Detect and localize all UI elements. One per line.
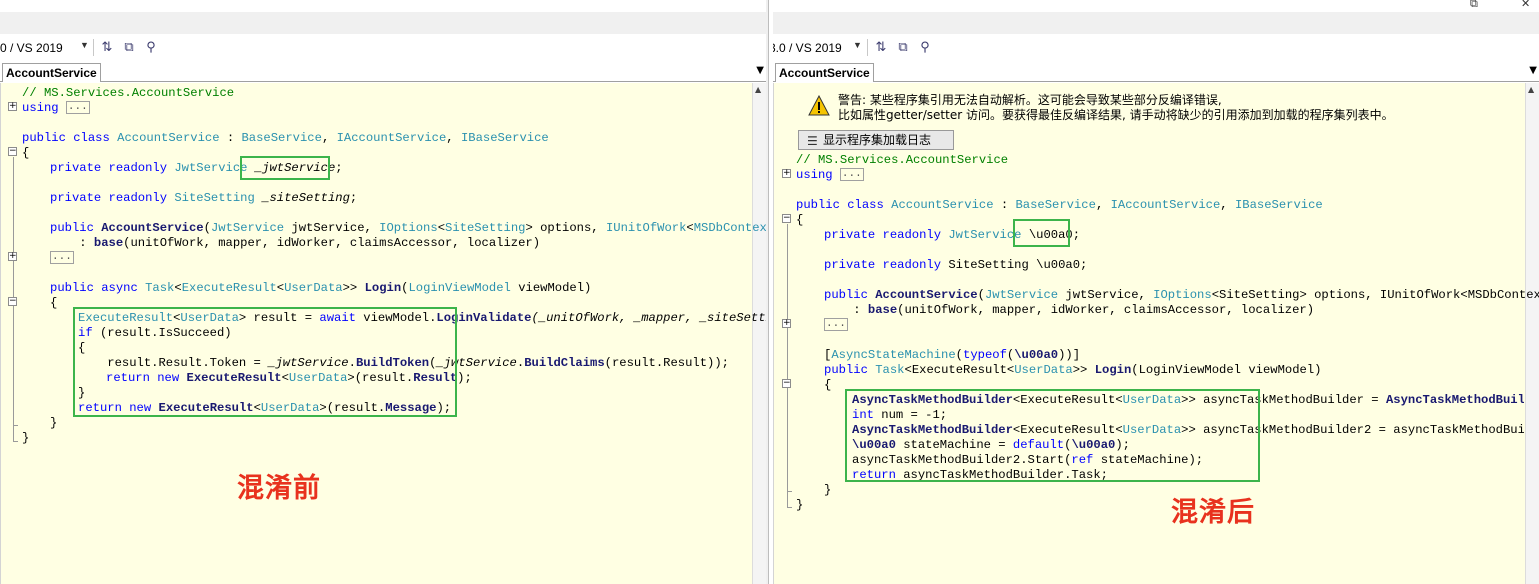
sort-az-icon[interactable]: ⇅: [872, 38, 890, 56]
code-line: }: [50, 416, 58, 430]
code-line: ...: [50, 251, 74, 266]
code-line: private readonly SiteSetting \u00a0;: [824, 258, 1088, 272]
code-line: // MS.Services.AccountService: [22, 86, 235, 100]
fold-guide-end: [787, 491, 792, 492]
caption-before: 混淆前: [237, 473, 321, 504]
code-line: {: [796, 213, 804, 227]
show-assembly-load-log-button[interactable]: ☰ 显示程序集加载日志: [798, 130, 954, 150]
right-title-bar: ⧉ ✕: [773, 0, 1539, 12]
right-vertical-scrollbar[interactable]: ▲: [1525, 83, 1539, 584]
highlight-method-body-box: [845, 389, 1260, 482]
collapse-icon[interactable]: −: [782, 214, 791, 223]
collapse-icon[interactable]: −: [782, 379, 791, 388]
warning-icon: [808, 95, 830, 116]
toolbar-separator: [867, 39, 868, 56]
search-icon[interactable]: ⚲: [142, 38, 160, 56]
code-line: public Task<ExecuteResult<UserData>> Log…: [824, 363, 1322, 377]
code-line: : base(unitOfWork, mapper, idWorker, cla…: [50, 236, 541, 250]
restore-window-icon[interactable]: ⧉: [1470, 0, 1478, 11]
left-menu-strip: [0, 12, 766, 34]
fold-guide: [13, 307, 14, 425]
show-assembly-load-log-label: 显示程序集加载日志: [823, 133, 932, 147]
code-line: }: [824, 483, 832, 497]
window-copy-icon[interactable]: ⧉: [894, 38, 912, 56]
fold-guide-end: [787, 507, 792, 508]
expand-icon[interactable]: +: [8, 252, 17, 261]
expand-icon[interactable]: +: [8, 102, 17, 111]
code-line: }: [796, 498, 804, 512]
code-line: {: [22, 146, 30, 160]
close-window-icon[interactable]: ✕: [1521, 0, 1530, 10]
scroll-up-icon[interactable]: ▲: [1528, 85, 1534, 94]
search-icon[interactable]: ⚲: [916, 38, 934, 56]
toolbar-separator: [93, 39, 94, 56]
highlight-method-body-box: [73, 307, 457, 417]
language-version-select[interactable]: 0 / VS 2019: [0, 41, 63, 55]
language-version-select[interactable]: 3.0 / VS 2019: [773, 41, 842, 55]
code-line: public async Task<ExecuteResult<UserData…: [50, 281, 592, 295]
right-menu-strip: [773, 12, 1539, 34]
chevron-down-icon[interactable]: ▼: [80, 40, 89, 50]
collapsed-region[interactable]: ...: [839, 168, 864, 182]
left-toolbar: 0 / VS 2019 ▼ ⇅ ⧉ ⚲: [0, 37, 766, 59]
warning-message-line-2: 比如属性getter/setter 访问。要获得最佳反编译结果, 请手动将缺少的…: [838, 108, 1394, 122]
tab-dropdown-icon[interactable]: ▼: [1529, 65, 1537, 76]
fold-guide-end: [13, 441, 18, 442]
left-title-bar: [0, 0, 766, 12]
highlight-field-box: [240, 156, 330, 180]
code-line: public class AccountService : BaseServic…: [796, 198, 1323, 212]
pane-splitter[interactable]: [766, 0, 773, 584]
tab-dropdown-icon[interactable]: ▼: [756, 65, 764, 76]
list-icon: ☰: [807, 134, 818, 148]
tab-accountservice[interactable]: AccountService: [775, 63, 874, 82]
left-tab-bar: AccountService ▼: [0, 62, 766, 82]
code-line: public AccountService(JwtService jwtServ…: [50, 221, 766, 235]
collapsed-region[interactable]: ...: [65, 101, 90, 115]
highlight-field-box: [1013, 219, 1070, 247]
caption-after: 混淆后: [1171, 497, 1255, 528]
chevron-down-icon[interactable]: ▼: [853, 40, 862, 50]
code-line: // MS.Services.AccountService: [796, 153, 1009, 167]
expand-icon[interactable]: +: [782, 319, 791, 328]
left-vertical-scrollbar[interactable]: ▲: [752, 83, 766, 584]
code-line: public AccountService(JwtService jwtServ…: [824, 288, 1539, 302]
code-line: using ...: [22, 101, 90, 115]
fold-guide: [787, 389, 788, 491]
collapse-icon[interactable]: −: [8, 147, 17, 156]
code-line: }: [22, 431, 30, 445]
collapsed-region[interactable]: ...: [50, 251, 74, 265]
code-line: {: [50, 296, 58, 310]
code-line: [AsyncStateMachine(typeof(\u00a0))]: [824, 348, 1081, 362]
code-line: ...: [824, 318, 848, 333]
scroll-up-icon[interactable]: ▲: [755, 85, 761, 94]
code-line: : base(unitOfWork, mapper, idWorker, cla…: [824, 303, 1315, 317]
tab-accountservice[interactable]: AccountService: [2, 63, 101, 82]
collapse-icon[interactable]: −: [8, 297, 17, 306]
code-line: {: [824, 378, 832, 392]
code-line: public class AccountService : BaseServic…: [22, 131, 549, 145]
collapsed-region[interactable]: ...: [824, 318, 848, 332]
sort-az-icon[interactable]: ⇅: [98, 38, 116, 56]
left-decompiler-window: 0 / VS 2019 ▼ ⇅ ⧉ ⚲ AccountService ▼ ▲ +…: [0, 0, 766, 584]
code-line: private readonly SiteSetting _siteSettin…: [50, 191, 358, 205]
code-line: using ...: [796, 168, 864, 182]
window-copy-icon[interactable]: ⧉: [120, 38, 138, 56]
expand-icon[interactable]: +: [782, 169, 791, 178]
right-tab-bar: AccountService ▼: [773, 62, 1539, 82]
right-toolbar: 3.0 / VS 2019 ▼ ⇅ ⧉ ⚲: [773, 37, 1539, 59]
fold-guide-end: [13, 425, 18, 426]
